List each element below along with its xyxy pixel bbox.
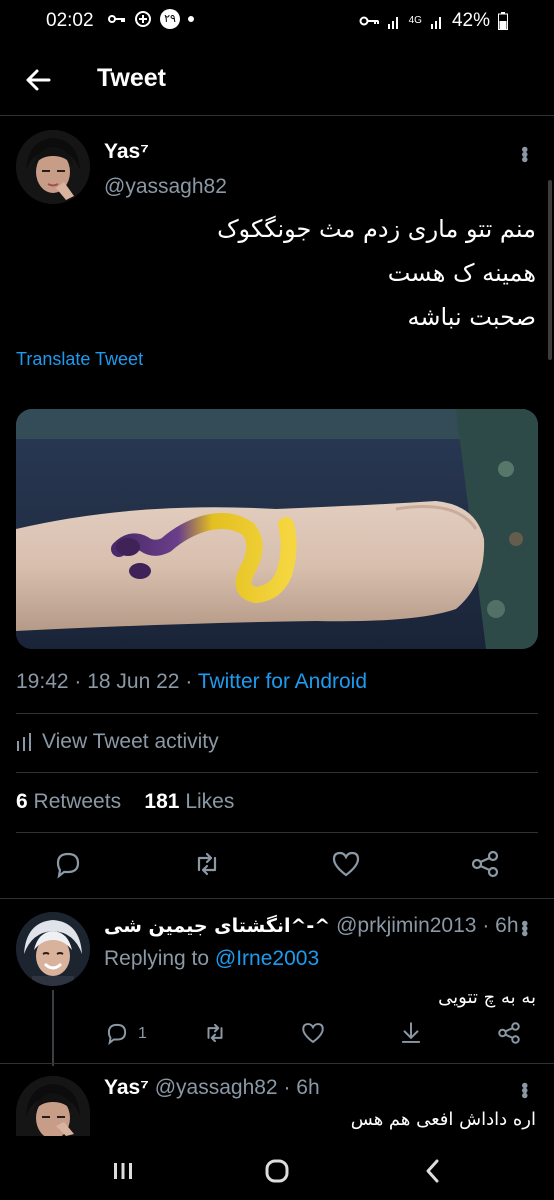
retweet-icon[interactable]: [191, 848, 223, 880]
tweet-time: 19:42: [16, 670, 69, 693]
replying-to-user-link[interactable]: @Irne2003: [215, 947, 319, 970]
more-options-icon[interactable]: •••: [512, 920, 535, 935]
share-icon[interactable]: [469, 848, 501, 880]
status-left-icons: ۲۹: [108, 9, 194, 29]
divider: [16, 713, 538, 714]
author-name[interactable]: Yas⁷: [104, 140, 149, 164]
vpn-key-icon: [359, 16, 379, 26]
signal-icon: [387, 17, 398, 29]
reply-header: Yas⁷ @yassagh82 · 6h: [104, 1076, 320, 1099]
more-options-icon[interactable]: •••: [512, 1082, 535, 1097]
reply-author-avatar[interactable]: [16, 1076, 90, 1136]
like-icon[interactable]: [330, 848, 362, 880]
top-header: Tweet: [0, 42, 554, 116]
scrollbar[interactable]: [548, 180, 552, 360]
reply-author-avatar[interactable]: [16, 912, 90, 986]
likes-label: Likes: [185, 790, 235, 813]
view-tweet-activity-button[interactable]: View Tweet activity: [16, 730, 219, 754]
tweet-source-link[interactable]: Twitter for Android: [198, 670, 367, 693]
avatar-image: [16, 912, 90, 986]
tweet-stats: 6 Retweets 181 Likes: [16, 790, 234, 814]
data-saver-icon: [135, 11, 151, 27]
retweets-label: Retweets: [33, 790, 122, 813]
retweet-icon[interactable]: [202, 1020, 228, 1046]
avatar-image: [16, 130, 90, 204]
status-bar: 02:02 ۲۹ 4G 42%: [0, 0, 554, 42]
replying-to: Replying to @Irne2003: [104, 947, 319, 971]
page-title: Tweet: [97, 64, 166, 92]
likes-count: 181: [144, 790, 180, 813]
divider: [0, 898, 554, 899]
notification-badge-icon: ۲۹: [160, 9, 180, 29]
tweet-date: 18 Jun 22: [87, 670, 180, 693]
reply-author-handle[interactable]: @yassagh82: [155, 1076, 278, 1099]
retweets-stat[interactable]: 6 Retweets: [16, 790, 121, 813]
download-icon[interactable]: [398, 1020, 424, 1046]
reply-header: انگشتای جیمین شی^-^ @prkjimin2013 · 6h: [104, 914, 519, 937]
android-nav-bar: [0, 1136, 554, 1200]
reply-text: به به چ تتویی: [438, 987, 536, 1008]
replying-to-label: Replying to: [104, 947, 210, 970]
tweet-text-line: صحبت نباشه: [407, 303, 536, 331]
likes-stat[interactable]: 181 Likes: [144, 790, 234, 813]
more-options-icon[interactable]: •••: [512, 146, 535, 161]
divider: [0, 1063, 554, 1064]
key-icon: [108, 15, 125, 23]
back-icon[interactable]: [418, 1156, 448, 1186]
author-avatar[interactable]: [16, 130, 90, 204]
reply-author-handle[interactable]: @prkjimin2013: [336, 914, 476, 937]
tweet-media-image[interactable]: [16, 409, 538, 649]
network-type: 4G: [408, 15, 422, 26]
share-icon[interactable]: [496, 1020, 522, 1046]
status-right-icons: 4G 42%: [359, 10, 508, 32]
tweet-meta: 19:42 · 18 Jun 22 · Twitter for Android: [16, 670, 368, 693]
reply-icon[interactable]: [52, 848, 84, 880]
reply-time: 6h: [296, 1076, 320, 1099]
back-arrow-icon[interactable]: [24, 66, 52, 94]
view-activity-label: View Tweet activity: [42, 730, 219, 753]
retweets-count: 6: [16, 790, 28, 813]
reply-count: 1: [138, 1025, 147, 1042]
avatar-image: [16, 1076, 90, 1136]
dot-icon: [188, 16, 194, 22]
reply-author-name[interactable]: Yas⁷: [104, 1076, 149, 1099]
home-icon[interactable]: [262, 1156, 292, 1186]
author-handle[interactable]: @yassagh82: [104, 175, 227, 199]
reply-icon[interactable]: [104, 1020, 130, 1046]
bar-chart-icon: [17, 733, 31, 751]
photo-arm-snake-tattoo: [16, 409, 538, 649]
status-time: 02:02: [46, 10, 94, 31]
reply-author-name[interactable]: انگشتای جیمین شی^-^: [104, 915, 330, 937]
tweet-text-line: همینه ک هست: [387, 259, 536, 287]
like-icon[interactable]: [300, 1020, 326, 1046]
translate-tweet-link[interactable]: Translate Tweet: [16, 349, 143, 370]
recent-apps-icon[interactable]: [108, 1156, 138, 1186]
battery-percent: 42%: [451, 10, 490, 31]
divider: [16, 772, 538, 773]
reply-actions: [0, 1020, 554, 1050]
signal-icon: [430, 17, 441, 29]
divider: [16, 832, 538, 833]
tweet-text-line: منم تتو ماری زدم مث جونگکوک: [217, 215, 536, 243]
battery-icon: [498, 12, 508, 30]
tweet-actions: [0, 848, 554, 884]
tweet-text: منم تتو ماری زدم مث جونگکوک همینه ک هست …: [36, 207, 536, 339]
reply-text: اره داداش افعی هم هس: [350, 1109, 536, 1130]
